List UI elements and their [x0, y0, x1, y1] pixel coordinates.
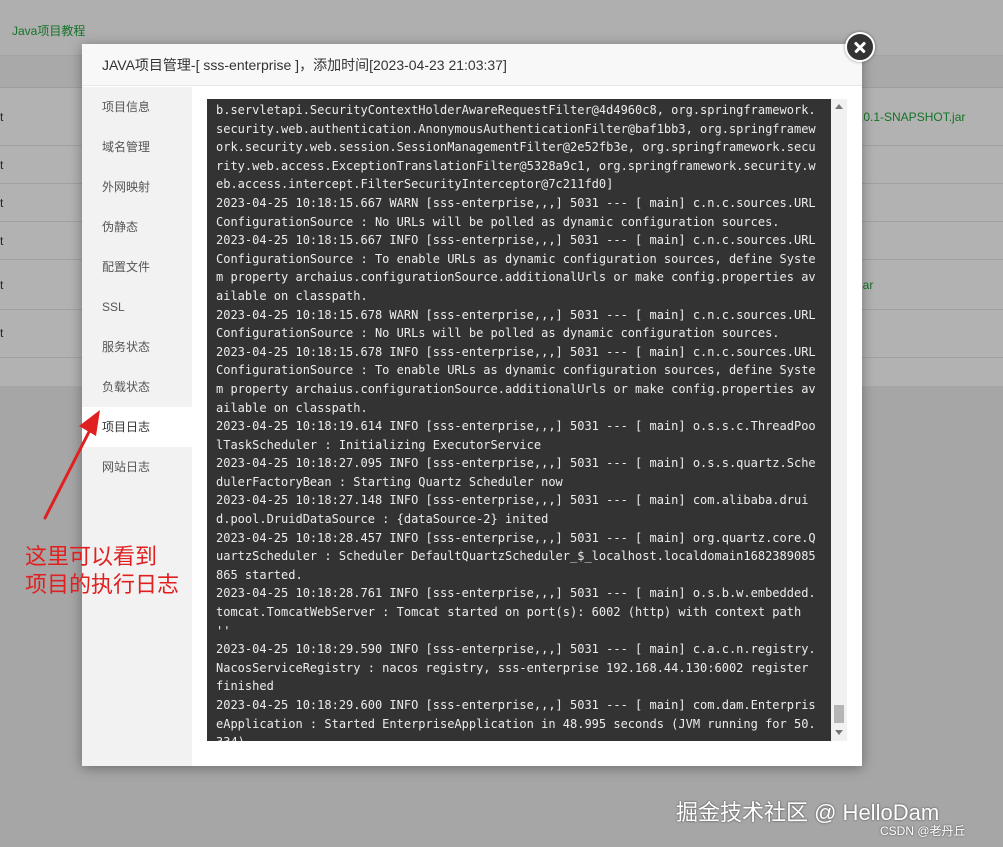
log-content: b.servletapi.SecurityContextHolderAwareR…: [216, 103, 816, 741]
log-viewer[interactable]: b.servletapi.SecurityContextHolderAwareR…: [207, 99, 831, 741]
java-project-modal: JAVA项目管理-[ sss-enterprise ]，添加时间[2023-04…: [82, 44, 862, 766]
menu-item-config-file[interactable]: 配置文件: [82, 247, 192, 287]
menu-item-service-status[interactable]: 服务状态: [82, 327, 192, 367]
modal-title: JAVA项目管理-[ sss-enterprise ]，添加时间[2023-04…: [82, 44, 862, 86]
scroll-down-icon[interactable]: [835, 730, 843, 735]
annotation-text: 这里可以看到 项目的执行日志: [25, 543, 205, 599]
menu-item-domain[interactable]: 域名管理: [82, 127, 192, 167]
scroll-thumb[interactable]: [834, 705, 844, 723]
red-arrow-icon: [43, 410, 100, 520]
menu-item-external-mapping[interactable]: 外网映射: [82, 167, 192, 207]
log-scrollbar[interactable]: [831, 99, 847, 741]
annotation-line-2: 项目的执行日志: [25, 572, 180, 597]
menu-item-rewrite[interactable]: 伪静态: [82, 207, 192, 247]
watermark-csdn: CSDN @老丹丘: [880, 824, 966, 838]
close-icon[interactable]: [845, 32, 875, 62]
menu-item-load-status[interactable]: 负载状态: [82, 367, 192, 407]
scroll-up-icon[interactable]: [835, 104, 843, 109]
annotation-line-1: 这里可以看到: [25, 544, 158, 569]
menu-item-project-info[interactable]: 项目信息: [82, 87, 192, 127]
menu-item-ssl[interactable]: SSL: [82, 287, 192, 327]
